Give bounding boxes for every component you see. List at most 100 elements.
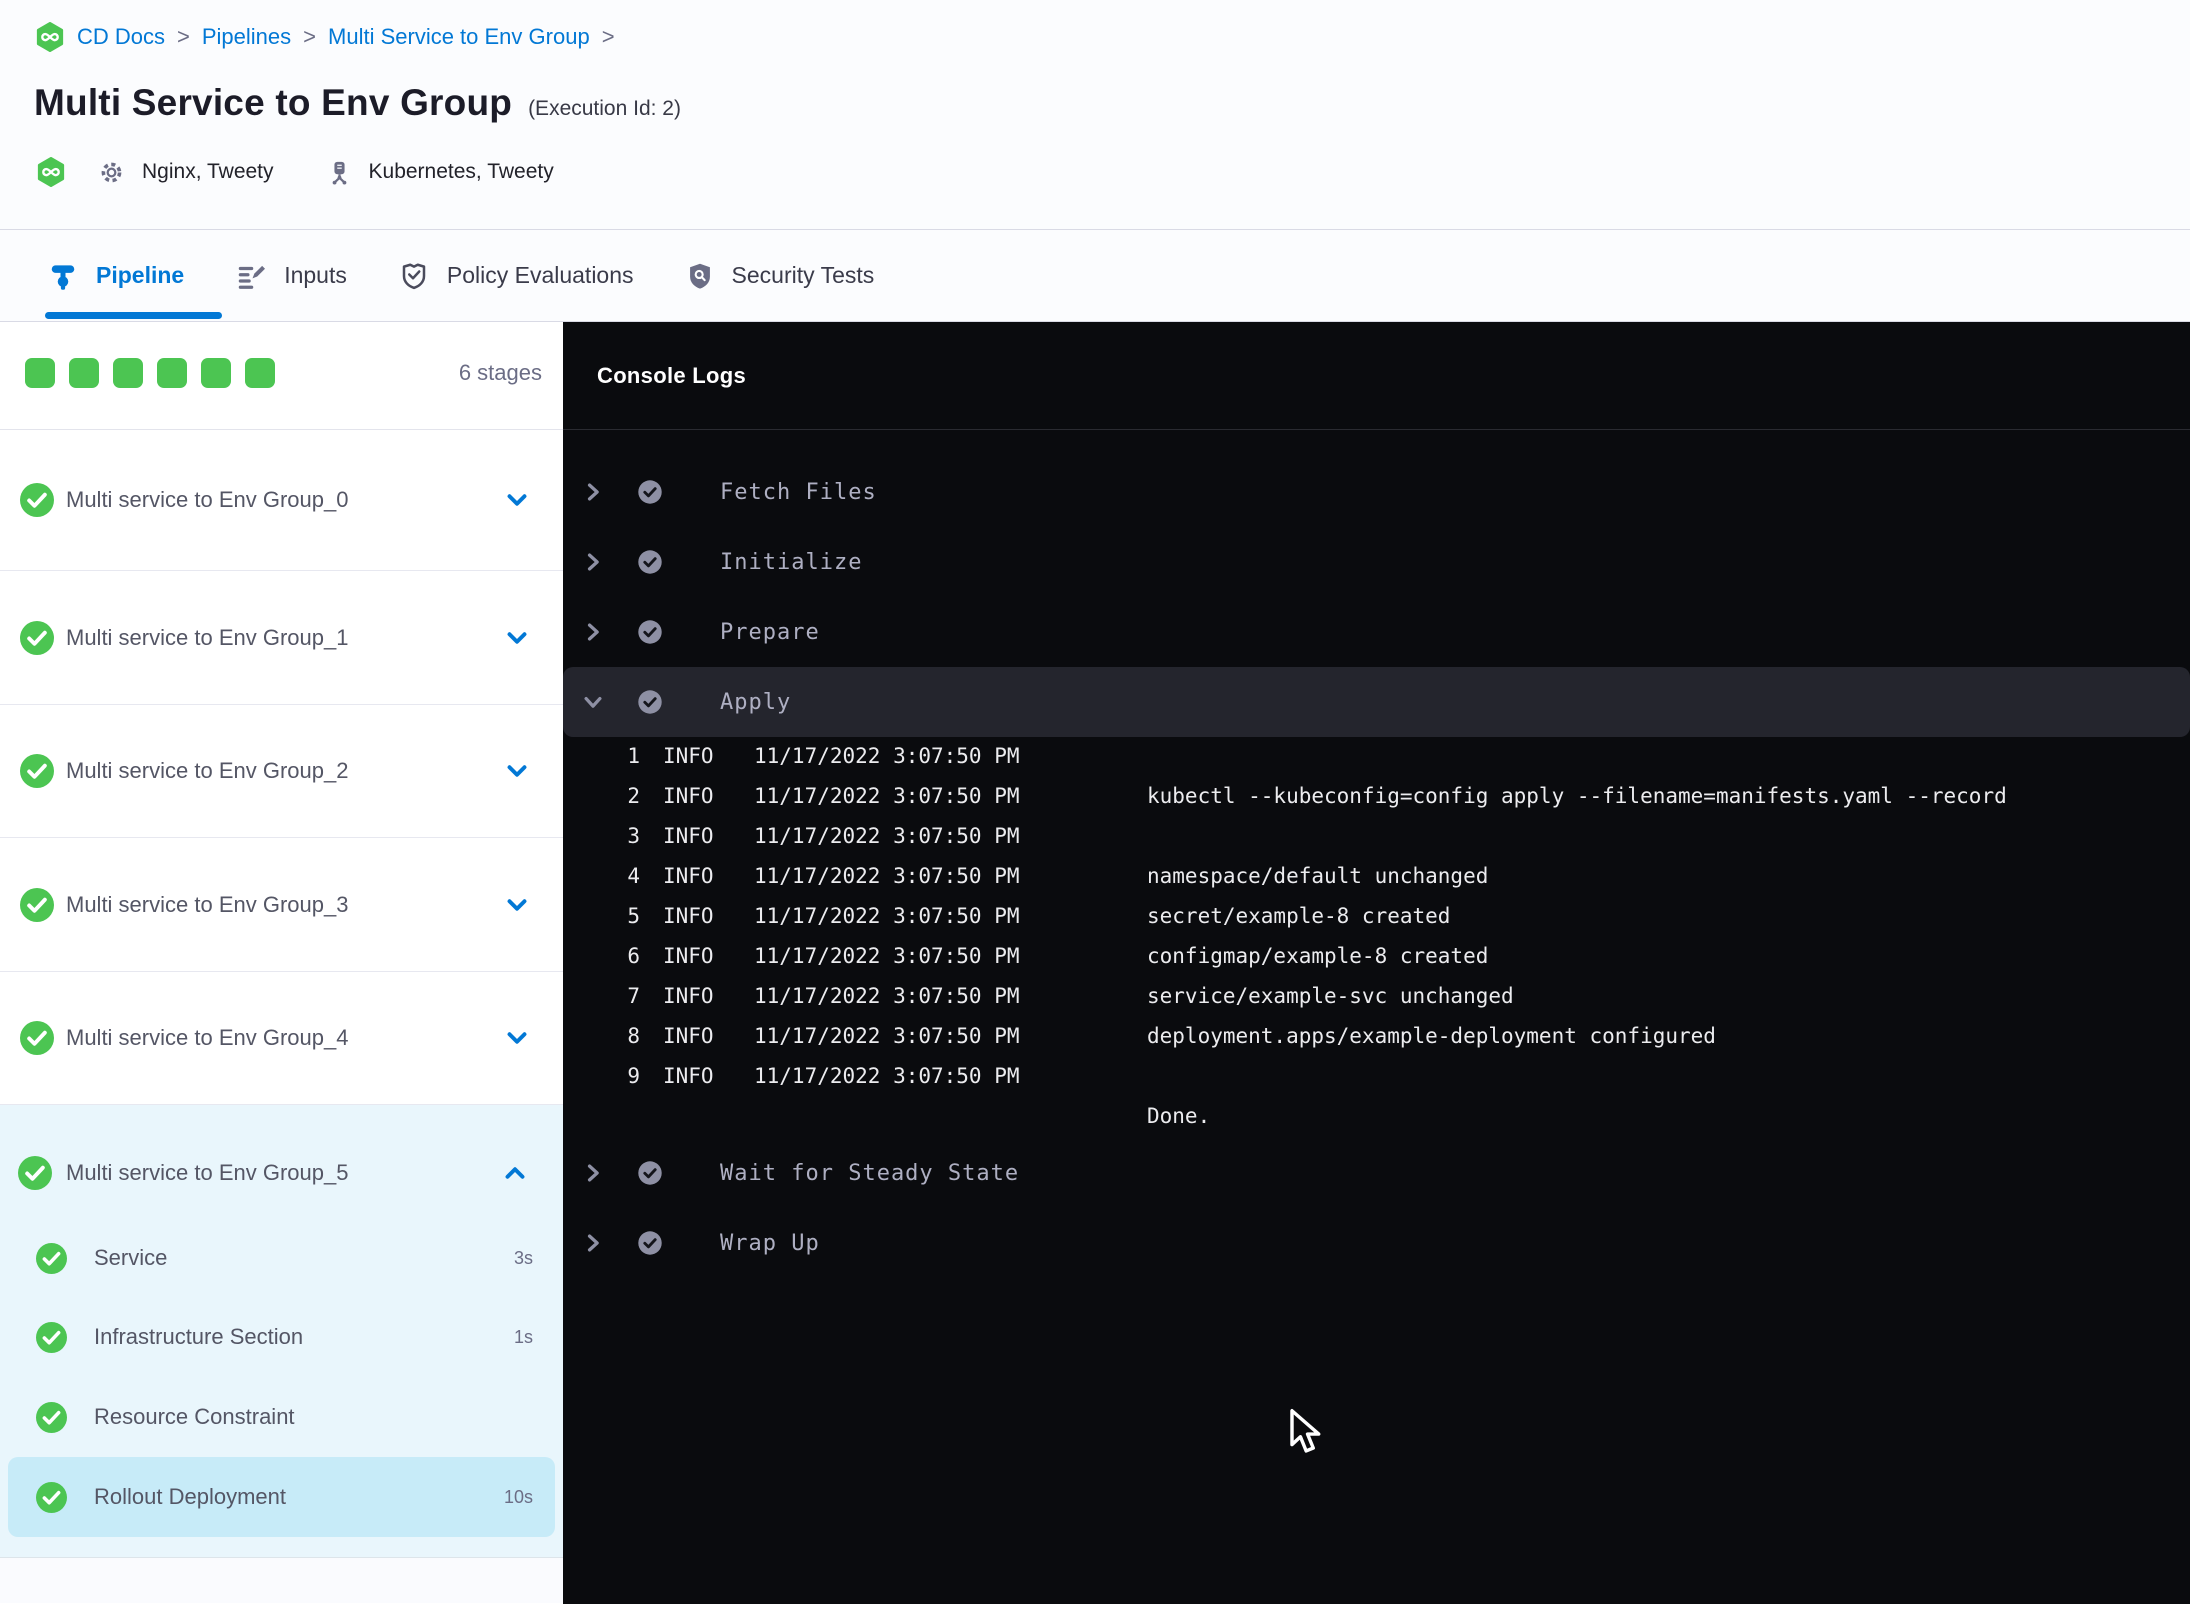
log-line-number: 1: [627, 744, 640, 768]
sidebar-footer: [0, 1558, 563, 1603]
stage-row-1[interactable]: Multi service to Env Group_1: [0, 571, 563, 705]
tab-inputs[interactable]: Inputs: [236, 261, 347, 291]
stage-square: [157, 358, 187, 388]
step-duration: 1s: [513, 1326, 533, 1347]
chevron-right-icon[interactable]: [582, 1232, 604, 1254]
step-success-badge-icon: [637, 479, 663, 505]
tab-security-tests-label: Security Tests: [731, 262, 875, 288]
breadcrumb-pipeline-name[interactable]: Multi Service to Env Group: [328, 24, 590, 50]
log-level: INFO: [663, 784, 714, 808]
console-step-label: Wrap Up: [720, 1230, 820, 1256]
stage-square: [25, 358, 55, 388]
log-line-done: Done.: [563, 1096, 2190, 1136]
success-check-icon: [20, 1021, 54, 1055]
success-check-icon: [20, 754, 54, 788]
breadcrumb-cd-docs[interactable]: CD Docs: [77, 24, 165, 50]
console-step-prepare[interactable]: Prepare: [563, 612, 2190, 652]
stage-row-2[interactable]: Multi service to Env Group_2: [0, 705, 563, 838]
environments-label: Kubernetes, Tweety: [368, 160, 554, 183]
log-level: INFO: [663, 744, 714, 768]
tab-pipeline-label: Pipeline: [96, 262, 185, 288]
success-check-icon: [36, 1401, 67, 1433]
chevron-down-icon[interactable]: [505, 626, 529, 650]
pipeline-execution-screen: CD Docs > Pipelines > Multi Service to E…: [0, 0, 2190, 1604]
chevron-right-icon[interactable]: [582, 551, 604, 573]
console-header: Console Logs: [563, 322, 2190, 430]
log-line-number: 2: [627, 784, 640, 808]
breadcrumb-pipelines[interactable]: Pipelines: [202, 24, 291, 50]
log-line-number: 3: [627, 824, 640, 848]
chevron-down-icon[interactable]: [505, 893, 529, 917]
log-timestamp: 11/17/2022 3:07:50 PM: [754, 1064, 1020, 1088]
log-line-6: 6 INFO 11/17/2022 3:07:50 PM configmap/exam…: [563, 936, 2190, 976]
stage-row-3[interactable]: Multi service to Env Group_3: [0, 838, 563, 972]
log-line-number: 8: [627, 1024, 640, 1048]
pipeline-icon: [51, 264, 75, 290]
log-timestamp: 11/17/2022 3:07:50 PM: [754, 824, 1020, 848]
tab-security-tests[interactable]: Security Tests: [686, 262, 875, 290]
log-line-number: 6: [627, 944, 640, 968]
execution-id: (Execution Id: 2): [528, 97, 681, 120]
stage-row-0[interactable]: Multi service to Env Group_0: [0, 430, 563, 571]
stage-row-5[interactable]: Multi service to Env Group_5: [0, 1135, 563, 1211]
log-level: INFO: [663, 1064, 714, 1088]
chevron-down-icon[interactable]: [505, 759, 529, 783]
step-row-resource-constraint[interactable]: Resource Constraint: [8, 1377, 555, 1457]
stage-row-4[interactable]: Multi service to Env Group_4: [0, 972, 563, 1105]
console-step-apply[interactable]: Apply: [563, 667, 2190, 737]
services-label: Nginx, Tweety: [142, 160, 274, 183]
log-timestamp: 11/17/2022 3:07:50 PM: [754, 1024, 1020, 1048]
success-check-icon: [36, 1321, 67, 1353]
console-step-wait-steady-state[interactable]: Wait for Steady State: [563, 1153, 2190, 1193]
log-line-number: 7: [627, 984, 640, 1008]
tab-inputs-label: Inputs: [284, 262, 347, 288]
stage-label: Multi service to Env Group_1: [66, 624, 349, 650]
stage-label: Multi service to Env Group_2: [66, 758, 349, 783]
step-row-rollout-deployment[interactable]: Rollout Deployment 10s: [8, 1457, 555, 1537]
harness-logo-icon: [36, 22, 64, 52]
breadcrumb-separator: >: [601, 24, 615, 49]
step-row-service[interactable]: Service 3s: [8, 1218, 555, 1298]
log-level: INFO: [663, 864, 714, 888]
chevron-down-icon[interactable]: [505, 1026, 529, 1050]
page-title: Multi Service to Env Group: [34, 82, 513, 123]
step-label: Rollout Deployment: [94, 1484, 286, 1509]
console-step-wrap-up[interactable]: Wrap Up: [563, 1223, 2190, 1263]
console-step-label: Prepare: [720, 619, 820, 645]
success-check-icon: [20, 483, 54, 517]
stage-square: [69, 358, 99, 388]
chevron-right-icon[interactable]: [582, 481, 604, 503]
log-timestamp: 11/17/2022 3:07:50 PM: [754, 864, 1020, 888]
security-shield-search-icon: [689, 263, 710, 289]
log-message: service/example-svc unchanged: [1147, 984, 1514, 1008]
log-level: INFO: [663, 904, 714, 928]
step-row-infrastructure[interactable]: Infrastructure Section 1s: [8, 1297, 555, 1377]
tab-pipeline[interactable]: Pipeline: [48, 261, 184, 291]
breadcrumb-separator: >: [177, 24, 190, 49]
log-line-number: 5: [627, 904, 640, 928]
step-label: Resource Constraint: [94, 1404, 295, 1429]
chevron-down-icon[interactable]: [505, 488, 529, 512]
tags-row: Nginx, Tweety Kubernetes, Tweety: [36, 152, 554, 192]
console-step-label: Wait for Steady State: [720, 1160, 1020, 1186]
step-success-badge-icon: [637, 1160, 663, 1186]
chevron-down-icon[interactable]: [582, 691, 604, 713]
chevron-up-icon[interactable]: [503, 1161, 527, 1185]
log-level: INFO: [663, 944, 714, 968]
chevron-right-icon[interactable]: [582, 621, 604, 643]
console-step-initialize[interactable]: Initialize: [563, 542, 2190, 582]
chevron-right-icon[interactable]: [582, 1162, 604, 1184]
log-line-7: 7 INFO 11/17/2022 3:07:50 PM service/exampl…: [563, 976, 2190, 1016]
log-message: configmap/example-8 created: [1147, 944, 1489, 968]
policy-shield-check-icon: [402, 263, 426, 289]
step-duration: 3s: [513, 1247, 533, 1268]
log-message: kubectl --kubeconfig=config apply --file…: [1147, 784, 2007, 808]
stage-label: Multi service to Env Group_4: [66, 1025, 349, 1050]
log-line-3: 3 INFO 11/17/2022 3:07:50 PM: [563, 816, 2190, 856]
log-line-8: 8 INFO 11/17/2022 3:07:50 PM deployment.app…: [563, 1016, 2190, 1056]
tab-policy-evaluations[interactable]: Policy Evaluations: [399, 261, 634, 291]
console-step-label: Initialize: [720, 549, 863, 575]
stage-label: Multi service to Env Group_3: [66, 891, 349, 917]
stage-square: [113, 358, 143, 388]
console-step-fetch-files[interactable]: Fetch Files: [563, 472, 2190, 512]
